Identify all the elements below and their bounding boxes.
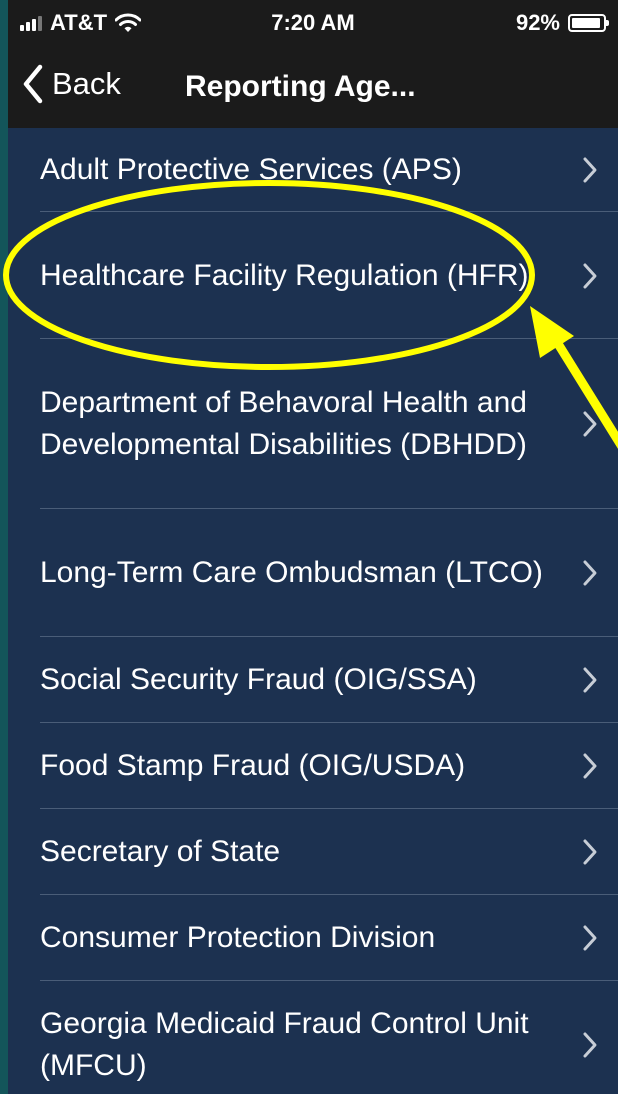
list-item-label: Healthcare Facility Regulation (HFR)	[40, 258, 529, 292]
chevron-right-icon	[583, 411, 597, 437]
list-item-label: Department of Behavoral Health and Devel…	[40, 386, 527, 461]
chevron-right-icon	[583, 560, 597, 586]
chevron-right-icon	[583, 839, 597, 865]
list-item-oig-ssa[interactable]: Social Security Fraud (OIG/SSA)	[8, 637, 618, 723]
list-item-oig-usda[interactable]: Food Stamp Fraud (OIG/USDA)	[8, 723, 618, 809]
chevron-left-icon	[23, 64, 43, 104]
list-item-label: Georgia Medicaid Fraud Control Unit (MFC…	[40, 1007, 529, 1082]
battery-group: 92%	[515, 10, 609, 36]
list-item-label: Food Stamp Fraud (OIG/USDA)	[40, 749, 466, 782]
list-item-aps[interactable]: Adult Protective Services (APS)	[8, 128, 618, 212]
list-item-ltco[interactable]: Long-Term Care Ombudsman (LTCO)	[8, 509, 618, 637]
battery-icon	[568, 14, 609, 32]
chevron-right-icon	[583, 157, 597, 183]
list-item-secretary-of-state[interactable]: Secretary of State	[8, 809, 618, 895]
page-title: Reporting Age...	[185, 70, 416, 103]
battery-percent: 92%	[515, 10, 560, 35]
phone-screen: AT&T 7:20 AM 92% Back Reporting Age... A…	[8, 0, 618, 1094]
back-label: Back	[52, 66, 121, 101]
chevron-right-icon	[583, 753, 597, 779]
list-item-dbhdd[interactable]: Department of Behavoral Health and Devel…	[8, 339, 618, 509]
status-bar: AT&T 7:20 AM 92%	[8, 0, 618, 50]
chevron-right-icon	[583, 667, 597, 693]
chevron-right-icon	[583, 263, 597, 288]
navigation-bar: Back Reporting Age...	[8, 50, 618, 128]
list-item-hfr[interactable]: Healthcare Facility Regulation (HFR)	[8, 212, 618, 339]
list-item-label: Long-Term Care Ombudsman (LTCO)	[40, 556, 543, 589]
back-button[interactable]: Back	[22, 64, 121, 104]
list-item-consumer-protection[interactable]: Consumer Protection Division	[8, 895, 618, 981]
list-item-label: Consumer Protection Division	[40, 921, 436, 954]
list-item-label: Adult Protective Services (APS)	[40, 153, 462, 186]
list-item-label: Secretary of State	[40, 835, 281, 868]
chevron-right-icon	[583, 1032, 597, 1058]
agency-list: Adult Protective Services (APS) Healthca…	[8, 128, 618, 1094]
list-item-label: Social Security Fraud (OIG/SSA)	[40, 663, 477, 696]
chevron-right-icon	[583, 925, 597, 951]
list-item-mfcu[interactable]: Georgia Medicaid Fraud Control Unit (MFC…	[8, 981, 618, 1094]
